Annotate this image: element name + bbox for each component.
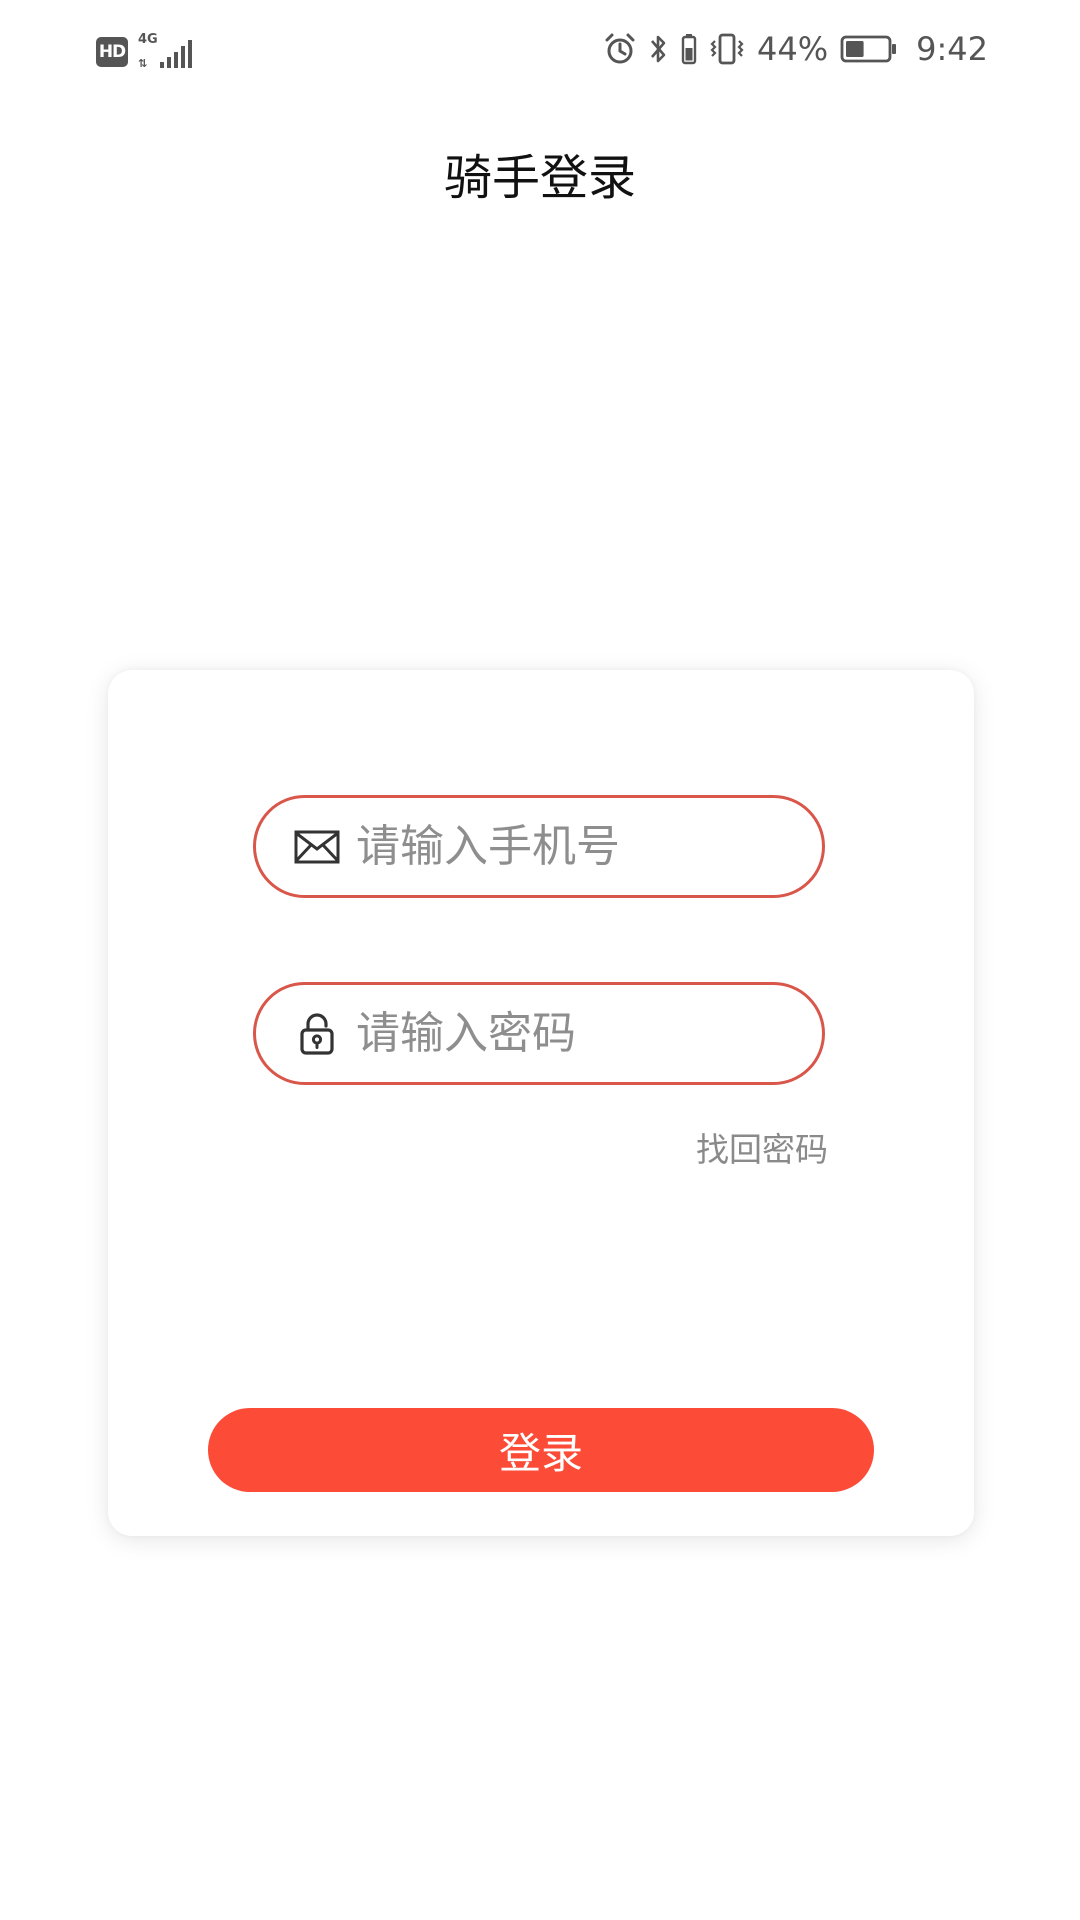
login-card: 找回密码 登录	[108, 670, 974, 1536]
network-label: 4G	[138, 32, 158, 47]
signal-strength-icon	[160, 40, 192, 68]
mail-icon	[294, 824, 340, 870]
bluetooth-icon	[649, 32, 669, 66]
status-bar-left: HD 4G ⇅	[96, 32, 192, 70]
login-button[interactable]: 登录	[208, 1408, 874, 1492]
password-field[interactable]	[253, 982, 825, 1085]
phone-input[interactable]	[354, 820, 788, 873]
status-bar: HD 4G ⇅ 44% 9:42	[0, 0, 1080, 110]
password-input[interactable]	[354, 1007, 788, 1060]
phone-field[interactable]	[253, 795, 825, 898]
alarm-icon	[603, 32, 637, 66]
battery-percent: 44%	[757, 30, 829, 68]
battery-icon	[840, 34, 898, 64]
network-indicator: 4G ⇅	[138, 32, 192, 70]
status-bar-right: 44% 9:42	[603, 30, 988, 68]
forgot-password-link[interactable]: 找回密码	[696, 1123, 828, 1171]
vibrate-icon	[709, 32, 745, 66]
clock: 9:42	[916, 30, 988, 68]
page-title: 骑手登录	[443, 150, 636, 206]
hd-badge: HD	[96, 37, 128, 67]
data-arrows-icon: ⇅	[138, 57, 148, 70]
bluetooth-battery-icon	[681, 32, 697, 66]
lock-icon	[294, 1011, 340, 1057]
